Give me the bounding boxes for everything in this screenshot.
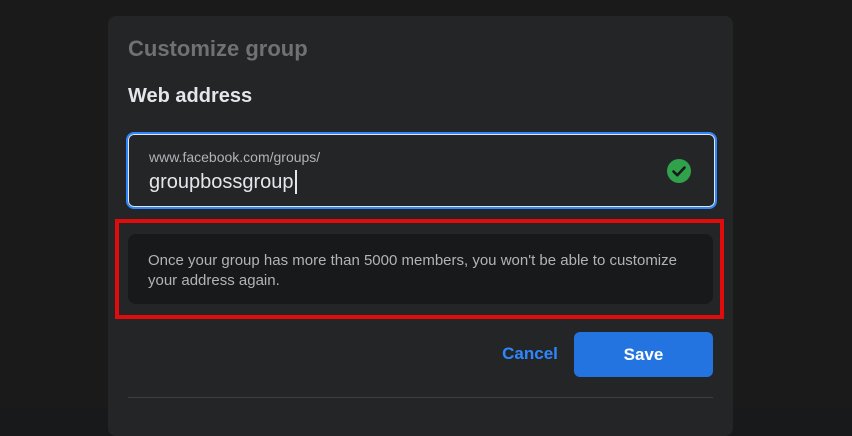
web-address-value: groupbossgroup xyxy=(149,170,294,193)
web-address-input[interactable]: groupbossgroup xyxy=(149,170,297,194)
address-change-notice: Once your group has more than 5000 membe… xyxy=(128,234,713,304)
web-address-heading: Web address xyxy=(128,85,253,107)
save-button[interactable]: Save xyxy=(574,332,713,377)
text-caret xyxy=(294,170,297,194)
divider xyxy=(128,397,713,398)
dialog-title: Customize group xyxy=(128,36,308,61)
cancel-button[interactable]: Cancel xyxy=(480,332,580,376)
web-address-prefix: www.facebook.com/groups/ xyxy=(149,149,321,165)
web-address-field[interactable]: www.facebook.com/groups/ groupbossgroup xyxy=(126,132,717,209)
valid-check-icon xyxy=(667,159,691,183)
customize-group-dialog: Customize group Web address www.facebook… xyxy=(108,16,733,436)
